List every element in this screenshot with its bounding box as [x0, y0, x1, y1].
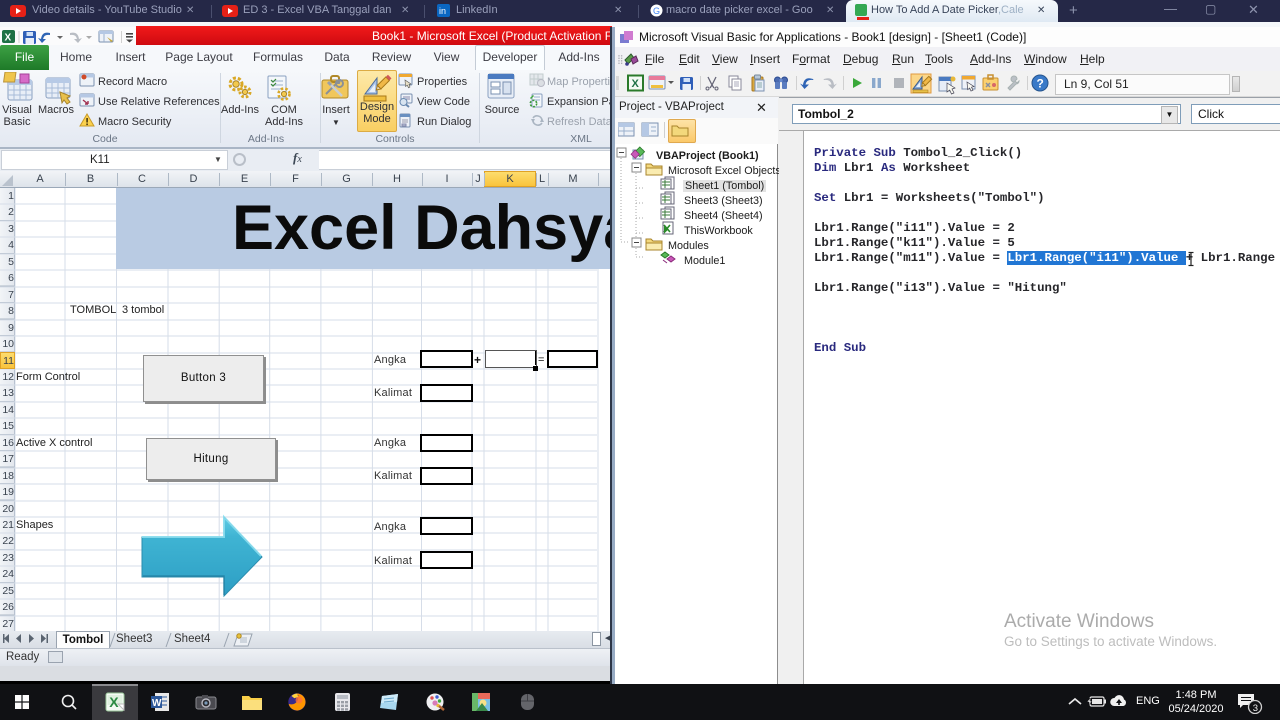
svg-text:G: G [653, 6, 660, 16]
svg-text:in: in [439, 6, 446, 16]
svg-text:3: 3 [1253, 703, 1258, 714]
svg-text:X: X [632, 78, 640, 90]
svg-text:X: X [109, 694, 119, 710]
svg-text:X: X [5, 33, 12, 44]
svg-text:?: ? [1037, 77, 1044, 91]
svg-text:W: W [152, 698, 162, 709]
